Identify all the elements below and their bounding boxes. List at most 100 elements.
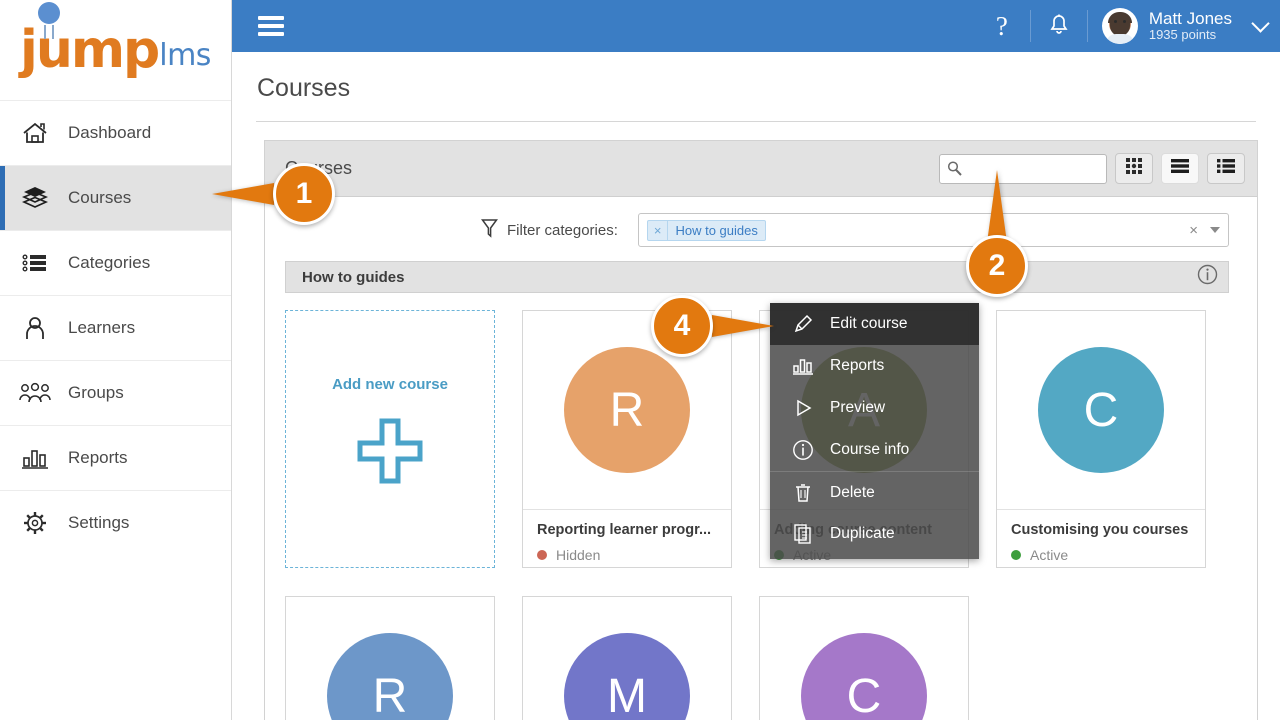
user-menu[interactable]: Matt Jones 1935 points — [1088, 0, 1240, 52]
list-view-button[interactable] — [1161, 153, 1199, 184]
sidebar-item-label: Dashboard — [68, 123, 152, 142]
add-new-course-label: Add new course — [332, 376, 448, 393]
context-menu-item-preview[interactable]: Preview — [770, 387, 979, 429]
status-badge — [537, 550, 547, 560]
sidebar-item-settings[interactable]: Settings — [0, 490, 231, 555]
course-card[interactable]: C Customising you courses Active — [996, 310, 1206, 568]
course-card[interactable]: C — [759, 596, 969, 720]
sidebar-item-groups[interactable]: Groups — [0, 360, 231, 425]
detail-list-icon — [1216, 158, 1236, 179]
copy-icon — [790, 521, 816, 547]
course-title: Customising you courses — [1011, 522, 1189, 538]
course-card[interactable]: R — [285, 596, 495, 720]
course-thumbnail: R — [286, 597, 494, 720]
help-button[interactable]: ? — [974, 0, 1030, 52]
course-initial-avatar: R — [564, 347, 690, 473]
grid-view-button[interactable] — [1115, 153, 1153, 184]
play-icon — [790, 395, 816, 421]
course-context-menu: Edit course Reports Preview Course info … — [770, 303, 979, 559]
search-box[interactable] — [939, 153, 1107, 184]
people-icon — [18, 378, 52, 408]
course-thumbnail: M — [523, 597, 731, 720]
sidebar-item-label: Categories — [68, 253, 151, 272]
hamburger-icon[interactable] — [258, 16, 284, 36]
logo-stem-icon — [44, 25, 54, 39]
notifications-button[interactable] — [1031, 0, 1087, 52]
logo-text-primary: jump — [20, 20, 160, 80]
sidebar-item-label: Learners — [68, 318, 136, 337]
logo-text-secondary: lms — [159, 38, 211, 73]
logo-dot-icon — [38, 2, 60, 24]
sidebar-item-learners[interactable]: Learners — [0, 295, 231, 360]
course-initial-avatar: C — [1038, 347, 1164, 473]
main-content: Courses Courses — [232, 52, 1280, 720]
title-divider — [256, 121, 1256, 122]
user-name: Matt Jones — [1148, 8, 1232, 28]
course-initial-avatar: C — [801, 633, 927, 720]
info-icon[interactable] — [1197, 264, 1218, 290]
brand-logo[interactable]: jump lms — [0, 0, 231, 100]
sidebar-item-label: Groups — [68, 383, 124, 402]
course-thumbnail: C — [760, 597, 968, 720]
pencil-icon — [790, 311, 816, 337]
sidebar-item-label: Settings — [68, 513, 130, 532]
gear-icon — [18, 508, 52, 538]
callout-badge-2: 2 — [966, 235, 1028, 297]
app-root: jump lms Dashboard Courses Categories Le… — [0, 0, 1280, 720]
context-menu-item-label: Delete — [830, 483, 875, 501]
person-icon — [18, 313, 52, 343]
context-menu-item-edit-course[interactable]: Edit course — [770, 303, 979, 345]
category-header: How to guides — [285, 261, 1229, 293]
sidebar-item-dashboard[interactable]: Dashboard — [0, 100, 231, 165]
sidebar-item-label: Courses — [68, 188, 132, 207]
status-badge — [1011, 550, 1021, 560]
courses-panel: Courses — [264, 140, 1258, 720]
context-menu-item-label: Preview — [830, 399, 886, 416]
course-initial-avatar: M — [564, 633, 690, 720]
category-filter-select[interactable]: × How to guides × — [637, 213, 1229, 247]
sidebar: jump lms Dashboard Courses Categories Le… — [0, 0, 232, 720]
context-menu-item-delete[interactable]: Delete — [770, 471, 979, 513]
course-card[interactable]: M — [522, 596, 732, 720]
context-menu-item-label: Reports — [830, 357, 885, 374]
user-points: 1935 points — [1148, 27, 1217, 43]
bell-icon — [1048, 12, 1070, 41]
callout-tail-4 — [712, 315, 774, 337]
context-menu-item-duplicate[interactable]: Duplicate — [770, 513, 979, 555]
chevron-down-icon[interactable] — [1240, 0, 1280, 52]
x-icon[interactable]: × — [648, 220, 669, 240]
sidebar-item-label: Reports — [68, 448, 128, 467]
page-title: Courses — [257, 74, 351, 102]
context-menu-item-reports[interactable]: Reports — [770, 345, 979, 387]
avatar — [1101, 8, 1138, 44]
sidebar-item-courses[interactable]: Courses — [0, 165, 231, 230]
filter-row: Filter categories: × How to guides × — [265, 197, 1257, 261]
sidebar-item-reports[interactable]: Reports — [0, 425, 231, 490]
course-status-label: Hidden — [556, 547, 601, 563]
list-icon — [18, 248, 52, 278]
filter-chip[interactable]: × How to guides — [646, 219, 766, 241]
filter-chip-label: How to guides — [675, 222, 758, 238]
context-menu-item-label: Edit course — [830, 315, 908, 332]
callout-badge-1: 1 — [273, 163, 335, 225]
add-new-course-card[interactable]: Add new course — [285, 310, 495, 568]
plus-icon — [354, 415, 426, 492]
context-menu-item-label: Course info — [830, 441, 910, 458]
funnel-icon — [481, 218, 498, 242]
search-icon — [946, 160, 963, 177]
sidebar-item-categories[interactable]: Categories — [0, 230, 231, 295]
course-grid: Add new course R Reporting learner progr… — [285, 310, 1229, 720]
detail-view-button[interactable] — [1207, 153, 1245, 184]
course-status-label: Active — [1030, 547, 1069, 563]
bar-chart-icon — [18, 443, 52, 473]
clear-filters-button[interactable]: × — [1189, 222, 1198, 239]
panel-toolbar — [939, 153, 1245, 184]
caret-down-icon[interactable] — [1210, 227, 1220, 233]
context-menu-item-course-info[interactable]: Course info — [770, 429, 979, 471]
trash-icon — [790, 480, 816, 506]
callout-badge-4: 4 — [651, 295, 713, 357]
course-thumbnail: C — [997, 311, 1205, 510]
course-status: Hidden — [537, 547, 717, 563]
filter-label: Filter categories: — [507, 221, 618, 239]
top-bar: ? Matt Jones 1935 points — [232, 0, 1280, 52]
